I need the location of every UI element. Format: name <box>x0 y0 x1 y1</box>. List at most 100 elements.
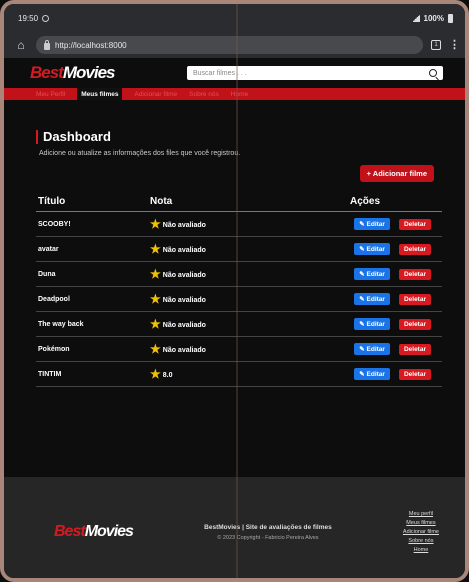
movie-rating: ★ Não avaliado <box>148 311 288 337</box>
table-row: TINTIM ★ 8.0 ✎ Editar Deletar <box>36 361 442 387</box>
signal-icon <box>411 14 420 22</box>
edit-icon: ✎ <box>359 296 367 303</box>
table-row: Duna ★ Não avaliado ✎ Editar Deletar <box>36 261 442 287</box>
edit-icon: ✎ <box>359 271 367 278</box>
delete-button[interactable]: Deletar <box>398 369 431 380</box>
table-row: Deadpool ★ Não avaliado ✎ Editar Deletar <box>36 286 442 312</box>
table-header-row: Título Nota Ações <box>36 192 442 212</box>
edit-button[interactable]: ✎ Editar <box>354 343 390 355</box>
movie-rating: ★ Não avaliado <box>148 236 288 262</box>
movie-title: The way back <box>36 311 148 337</box>
home-icon[interactable]: ⌂ <box>14 38 28 52</box>
delete-button[interactable]: Deletar <box>398 294 431 305</box>
movie-title: SCOOBY! <box>36 211 148 237</box>
search-input[interactable]: Buscar filmes . . . <box>187 66 443 80</box>
rating-value: Não avaliado <box>162 247 206 254</box>
footer-link-meus-filmes[interactable]: Meus filmes <box>403 520 439 526</box>
site-logo[interactable]: BestMovies <box>30 63 115 83</box>
movie-title: TINTIM <box>36 361 148 387</box>
rating-value: Não avaliado <box>162 297 206 304</box>
star-icon: ★ <box>150 342 161 356</box>
url-text: http://localhost:8000 <box>55 40 127 50</box>
url-bar[interactable]: http://localhost:8000 <box>36 36 423 54</box>
star-icon: ★ <box>150 367 161 381</box>
table-row: Pokémon ★ Não avaliado ✎ Editar Deletar <box>36 336 442 362</box>
nav-item-meu-perfil[interactable]: Meu Perfil <box>36 91 65 98</box>
column-header-nota: Nota <box>148 192 288 212</box>
edit-label: Editar <box>366 221 385 228</box>
main-nav: Meu Perfil Meus filmes Adicionar filme S… <box>4 88 465 100</box>
nav-item-meus-filmes[interactable]: Meus filmes <box>77 88 123 100</box>
edit-button[interactable]: ✎ Editar <box>354 243 390 255</box>
delete-button[interactable]: Deletar <box>398 244 431 255</box>
footer-logo[interactable]: BestMovies <box>54 523 134 541</box>
nav-item-sobre-nos[interactable]: Sobre nós <box>189 91 219 98</box>
delete-button[interactable]: Deletar <box>398 344 431 355</box>
rating-value: Não avaliado <box>162 222 206 229</box>
edit-icon: ✎ <box>359 346 367 353</box>
delete-button[interactable]: Deletar <box>398 219 431 230</box>
edit-label: Editar <box>366 271 385 278</box>
row-actions: ✎ Editar Deletar <box>288 211 442 237</box>
star-icon: ★ <box>150 267 161 281</box>
page-title: Dashboard <box>36 130 434 144</box>
edit-button[interactable]: ✎ Editar <box>354 318 390 330</box>
footer-link-home[interactable]: Home <box>403 547 439 553</box>
main-content: Dashboard Adicione ou atualize as inform… <box>4 100 465 477</box>
edit-label: Editar <box>366 371 385 378</box>
edit-button[interactable]: ✎ Editar <box>354 368 390 380</box>
browser-toolbar: ⌂ http://localhost:8000 1 ⋮ <box>4 32 465 58</box>
edit-label: Editar <box>366 246 385 253</box>
delete-button[interactable]: Deletar <box>398 319 431 330</box>
search-icon[interactable] <box>429 69 437 77</box>
movie-title: avatar <box>36 236 148 262</box>
row-actions: ✎ Editar Deletar <box>288 236 442 262</box>
add-movie-button[interactable]: + Adicionar filme <box>359 165 434 182</box>
edit-button[interactable]: ✎ Editar <box>354 293 390 305</box>
edit-label: Editar <box>366 321 385 328</box>
logo-movies: Movies <box>62 63 116 82</box>
footer-link-meu-perfil[interactable]: Meu perfil <box>403 511 439 517</box>
footer-info: BestMovies | Site de avaliações de filme… <box>204 524 332 541</box>
movie-rating: ★ Não avaliado <box>148 336 288 362</box>
footer-copyright: © 2023 Copyright - Fabricio Pereira Alve… <box>217 534 319 541</box>
page-subtitle: Adicione ou atualize as informações dos … <box>39 150 241 157</box>
nav-item-adicionar-filme[interactable]: Adicionar filme <box>134 91 177 98</box>
movie-title: Duna <box>36 261 148 287</box>
edit-label: Editar <box>366 296 385 303</box>
edit-icon: ✎ <box>359 246 367 253</box>
logo-best: Best <box>30 63 64 82</box>
tabs-icon[interactable]: 1 <box>431 40 441 50</box>
status-bar: 19:50 100% <box>4 4 465 32</box>
movie-rating: ★ Não avaliado <box>148 211 288 237</box>
rating-value: Não avaliado <box>162 322 206 329</box>
site-header: BestMovies Buscar filmes . . . <box>4 58 465 88</box>
footer-links: Meu perfil Meus filmes Adicionar filme S… <box>403 511 439 553</box>
movie-rating: ★ Não avaliado <box>148 286 288 312</box>
footer-link-sobre-nos[interactable]: Sobre nós <box>403 538 439 544</box>
nav-item-home[interactable]: Home <box>231 91 248 98</box>
notification-icon <box>42 14 50 22</box>
lock-icon <box>44 39 50 50</box>
rating-value: 8.0 <box>162 372 173 379</box>
edit-label: Editar <box>366 346 385 353</box>
row-actions: ✎ Editar Deletar <box>288 336 442 362</box>
star-icon: ★ <box>150 217 161 231</box>
movies-table: Título Nota Ações SCOOBY! ★ Não avaliado ✎ … <box>36 192 442 387</box>
edit-button[interactable]: ✎ Editar <box>354 268 390 280</box>
row-actions: ✎ Editar Deletar <box>288 261 442 287</box>
edit-button[interactable]: ✎ Editar <box>354 218 390 230</box>
footer-link-adicionar-filme[interactable]: Adicionar filme <box>403 529 439 535</box>
movie-rating: ★ Não avaliado <box>148 261 288 287</box>
row-actions: ✎ Editar Deletar <box>288 286 442 312</box>
footer-logo-best: Best <box>54 523 86 540</box>
battery-icon <box>448 13 453 23</box>
more-menu-icon[interactable]: ⋮ <box>449 40 460 51</box>
rating-value: Não avaliado <box>162 347 206 354</box>
edit-icon: ✎ <box>359 371 367 378</box>
rating-value: Não avaliado <box>162 272 206 279</box>
row-actions: ✎ Editar Deletar <box>288 361 442 387</box>
delete-button[interactable]: Deletar <box>398 269 431 280</box>
star-icon: ★ <box>150 317 161 331</box>
star-icon: ★ <box>150 242 161 256</box>
